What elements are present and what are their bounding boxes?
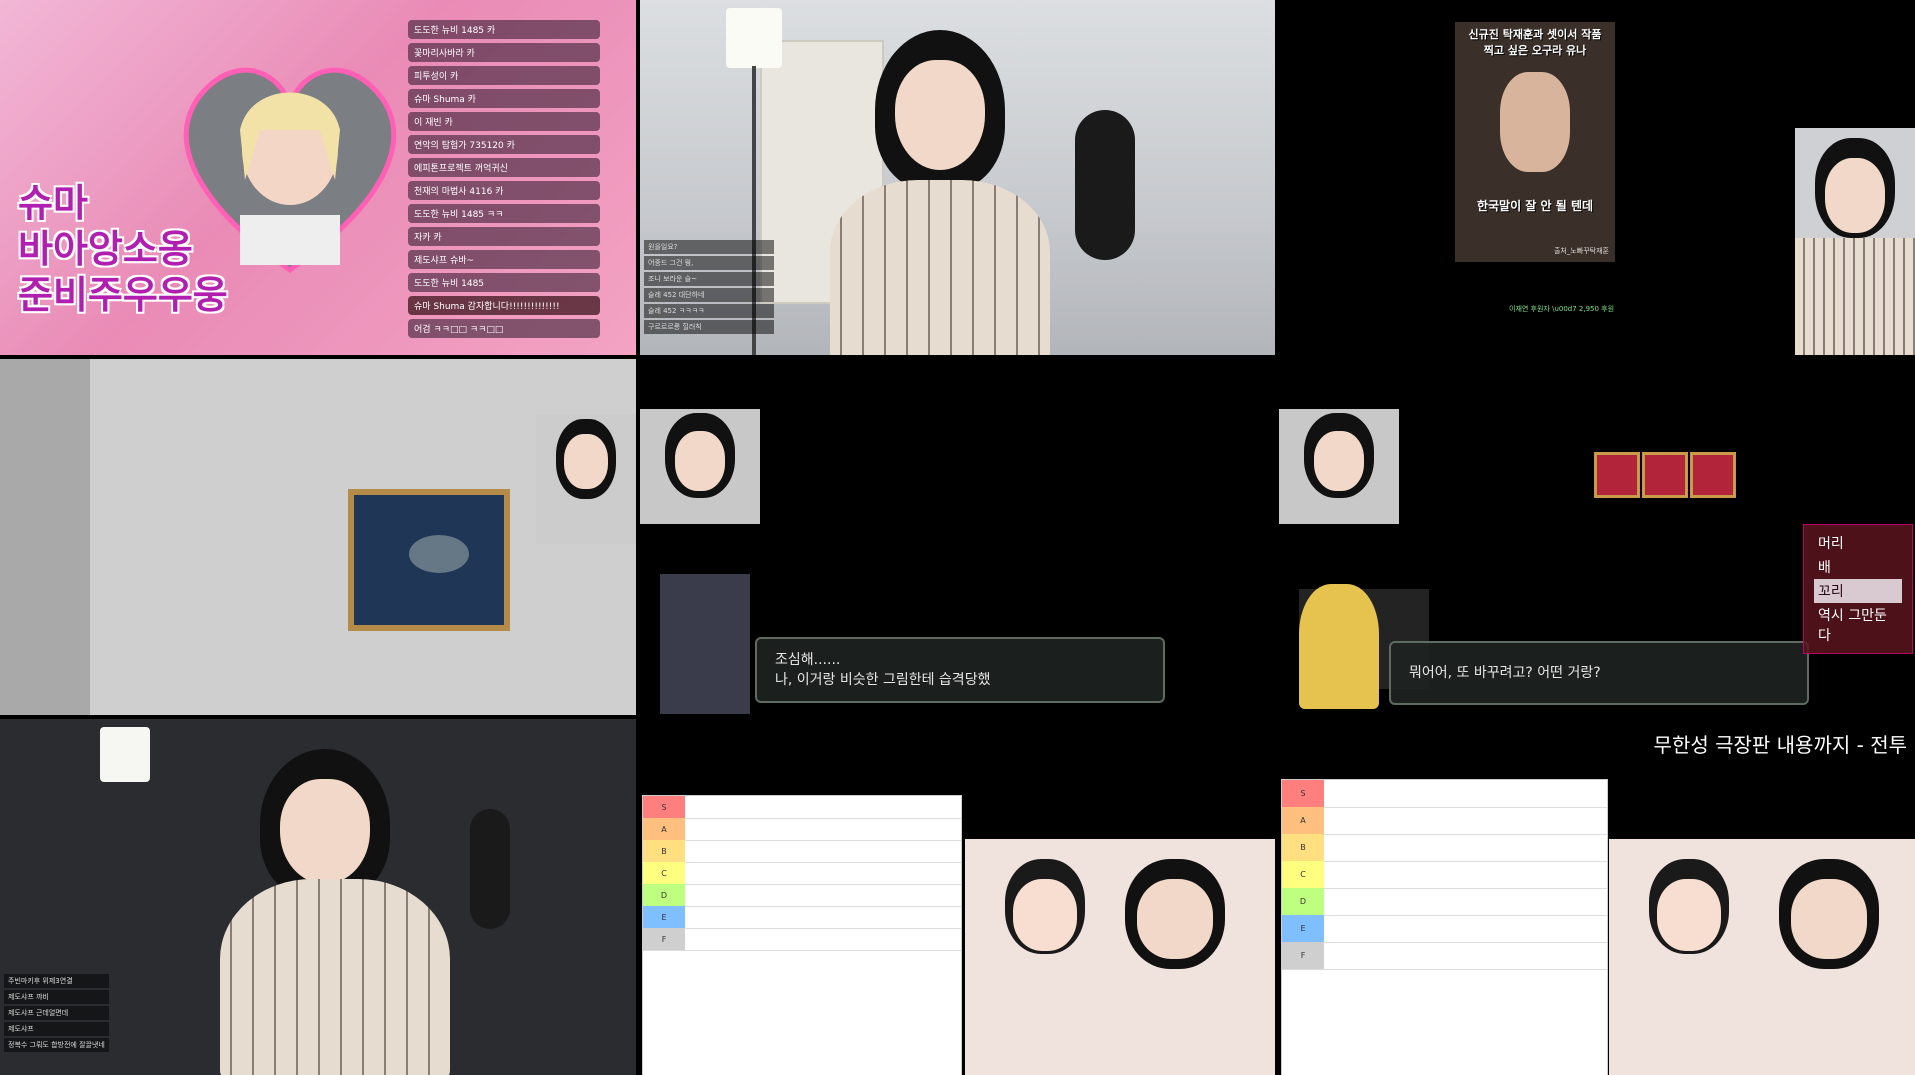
chat-message: 에피톤프로젝트 꺼억귀신: [408, 158, 600, 177]
tier-row: A: [643, 818, 961, 841]
menu-item-selected[interactable]: 꼬리: [1814, 579, 1902, 603]
tier-label: E: [643, 906, 685, 928]
facecam: [965, 839, 1275, 1075]
microphone: [1075, 110, 1135, 260]
clip-caption-top: 신규진 탁재훈과 셋이서 작품찍고 싶은 오구라 유나: [1468, 28, 1602, 57]
microphone: [470, 809, 510, 929]
clip-source: 출처_노빠꾸탁재훈: [1553, 247, 1609, 255]
chat-overlay: 도도한 뉴비 1485 카 꽃마리사바라 카 피투성이 카 슈마 Shuma 카…: [408, 20, 600, 338]
chat-message: 어검 ㅋㅋ□□ ㅋㅋ□□: [408, 319, 600, 338]
game-wall: [0, 359, 90, 715]
chat-message: 슈마 Shuma 감자합니다!!!!!!!!!!!!!!: [408, 296, 600, 315]
tier-label: D: [1282, 888, 1324, 915]
chat-message: 제도샤프: [4, 1022, 109, 1036]
chat-message: 연악의 탐험가 735120 카: [408, 135, 600, 154]
tier-label: C: [1282, 861, 1324, 888]
streamer: [810, 20, 1090, 355]
tier-list-board: SABCDEF: [642, 795, 962, 1075]
lamp-shade: [100, 727, 150, 782]
donation-line: 이재연 후원자 \u00d7 2,950 후원: [1509, 305, 1615, 313]
character-portrait: [660, 574, 750, 714]
chat-overlay: 주빈마키후 위제3연결 제도샤프 꺄비 제도샤프 근데얼면데 제도샤프 정복수 …: [4, 974, 109, 1052]
character-portrait: [1299, 584, 1379, 709]
chat-message: 도도한 뉴비 1485 ㅋㅋ: [408, 204, 600, 223]
overlay-title: 슈마 바아앙소옹 준비주우우웅: [18, 181, 228, 317]
chat-message: 원을일요?: [644, 240, 774, 254]
chat-message: 슈마 Shuma 카: [408, 89, 600, 108]
chat-message: 주빈마키후 위제3연결: [4, 974, 109, 988]
tier-label: F: [1282, 942, 1324, 969]
chat-message: 정복수 그뤄도 합방전에 잘끌냇네: [4, 1038, 109, 1052]
game-dialog-box: 뭐어어, 또 바꾸려고? 어떤 거랑?: [1389, 641, 1809, 705]
streamer: [210, 749, 460, 1075]
painting-shark: [348, 489, 510, 631]
tier-row: E: [643, 906, 961, 929]
tier-row: D: [1282, 888, 1607, 916]
tier-row: A: [1282, 807, 1607, 835]
facecam: [640, 409, 760, 524]
chat-message: 피투성이 카: [408, 66, 600, 85]
stream-tile-game-dialog[interactable]: 조심해...... 나, 이거랑 비슷한 그림한테 습격당했: [640, 359, 1275, 715]
tier-row: F: [643, 928, 961, 951]
chat-message: 제도샤프 슈바~: [408, 250, 600, 269]
facecam: [1795, 128, 1915, 355]
stream-tile-tierlist-2[interactable]: 무한성 극장판 내용까지 - 전투 SABCDEF: [1279, 719, 1915, 1075]
clip-face: [1500, 72, 1570, 172]
stream-tile-tierlist[interactable]: SABCDEF: [640, 719, 1275, 1075]
stream-tile-clip[interactable]: 신규진 탁재훈과 셋이서 작품찍고 싶은 오구라 유나 한국말이 잘 안 될 텐…: [1279, 0, 1915, 355]
tier-row: F: [1282, 942, 1607, 970]
stream-tile-shuma[interactable]: 슈마 바아앙소옹 준비주우우웅 도도한 뉴비 1485 카 꽃마리사바라 카 피…: [0, 0, 636, 355]
chat-message: 이 재빈 카: [408, 112, 600, 131]
tier-label: B: [643, 840, 685, 862]
chat-message: 조니 보라운 슬~: [644, 272, 774, 286]
tier-row: S: [643, 796, 961, 819]
lamp-shade: [726, 8, 782, 68]
chat-message: 슬레 452 대단하네: [644, 288, 774, 302]
menu-item[interactable]: 머리: [1814, 531, 1902, 555]
tier-label: C: [643, 862, 685, 884]
tier-label: B: [1282, 834, 1324, 861]
facecam: [1279, 409, 1399, 524]
tier-label: S: [643, 796, 685, 818]
tier-label: E: [1282, 915, 1324, 942]
choice-menu[interactable]: 머리 배 꼬리 역시 그만둔다: [1803, 524, 1913, 654]
stream-tile-game-menu[interactable]: 뭐어어, 또 바꾸려고? 어떤 거랑? 머리 배 꼬리 역시 그만둔다: [1279, 359, 1915, 715]
chat-message: 자카 카: [408, 227, 600, 246]
tier-label: A: [643, 818, 685, 840]
tier-row: B: [1282, 834, 1607, 862]
chat-message: 제도샤프 근데얼면데: [4, 1006, 109, 1020]
tier-label: F: [643, 928, 685, 950]
tier-label: S: [1282, 780, 1324, 807]
video-clip: 신규진 탁재훈과 셋이서 작품찍고 싶은 오구라 유나 한국말이 잘 안 될 텐…: [1455, 22, 1615, 262]
menu-item[interactable]: 배: [1814, 555, 1902, 579]
clip-caption-bottom: 한국말이 잘 안 될 텐데: [1476, 199, 1594, 213]
stream-tile-game-map[interactable]: [0, 359, 636, 715]
subtitle: 무한성 극장판 내용까지 - 전투: [1653, 733, 1907, 757]
tier-row: C: [1282, 861, 1607, 889]
chat-message: 천재의 마법사 4116 카: [408, 181, 600, 200]
tier-row: C: [643, 862, 961, 885]
game-dialog-box: 조심해...... 나, 이거랑 비슷한 그림한테 습격당했: [755, 637, 1165, 703]
chat-message: 꽃마리사바라 카: [408, 43, 600, 62]
tier-label: D: [643, 884, 685, 906]
chat-overlay: 원을일요? 어중드 그건 뭥, 조니 보라운 슬~ 슬레 452 대단하네 슬레…: [644, 240, 774, 334]
stream-tile-streamer[interactable]: 주빈마키후 위제3연결 제도샤프 꺄비 제도샤프 근데얼면데 제도샤프 정복수 …: [0, 719, 636, 1075]
tier-row: D: [643, 884, 961, 907]
tier-list-board: SABCDEF: [1281, 779, 1608, 1075]
menu-item[interactable]: 역시 그만둔다: [1814, 603, 1902, 647]
facecam: [1609, 839, 1915, 1075]
tier-row: E: [1282, 915, 1607, 943]
tier-label: A: [1282, 807, 1324, 834]
chat-message: 도도한 뉴비 1485 카: [408, 20, 600, 39]
chat-message: 구르르르롱 힐러칙: [644, 320, 774, 334]
facecam: [536, 414, 636, 544]
chat-message: 도도한 뉴비 1485: [408, 273, 600, 292]
tier-row: S: [1282, 780, 1607, 808]
chat-message: 제도샤프 꺄비: [4, 990, 109, 1004]
chat-message: 슬레 452 ㅋㅋㅋㅋ: [644, 304, 774, 318]
tier-row: B: [643, 840, 961, 863]
chat-message: 어중드 그건 뭥,: [644, 256, 774, 270]
stream-tile-room[interactable]: 원을일요? 어중드 그건 뭥, 조니 보라운 슬~ 슬레 452 대단하네 슬레…: [640, 0, 1275, 355]
